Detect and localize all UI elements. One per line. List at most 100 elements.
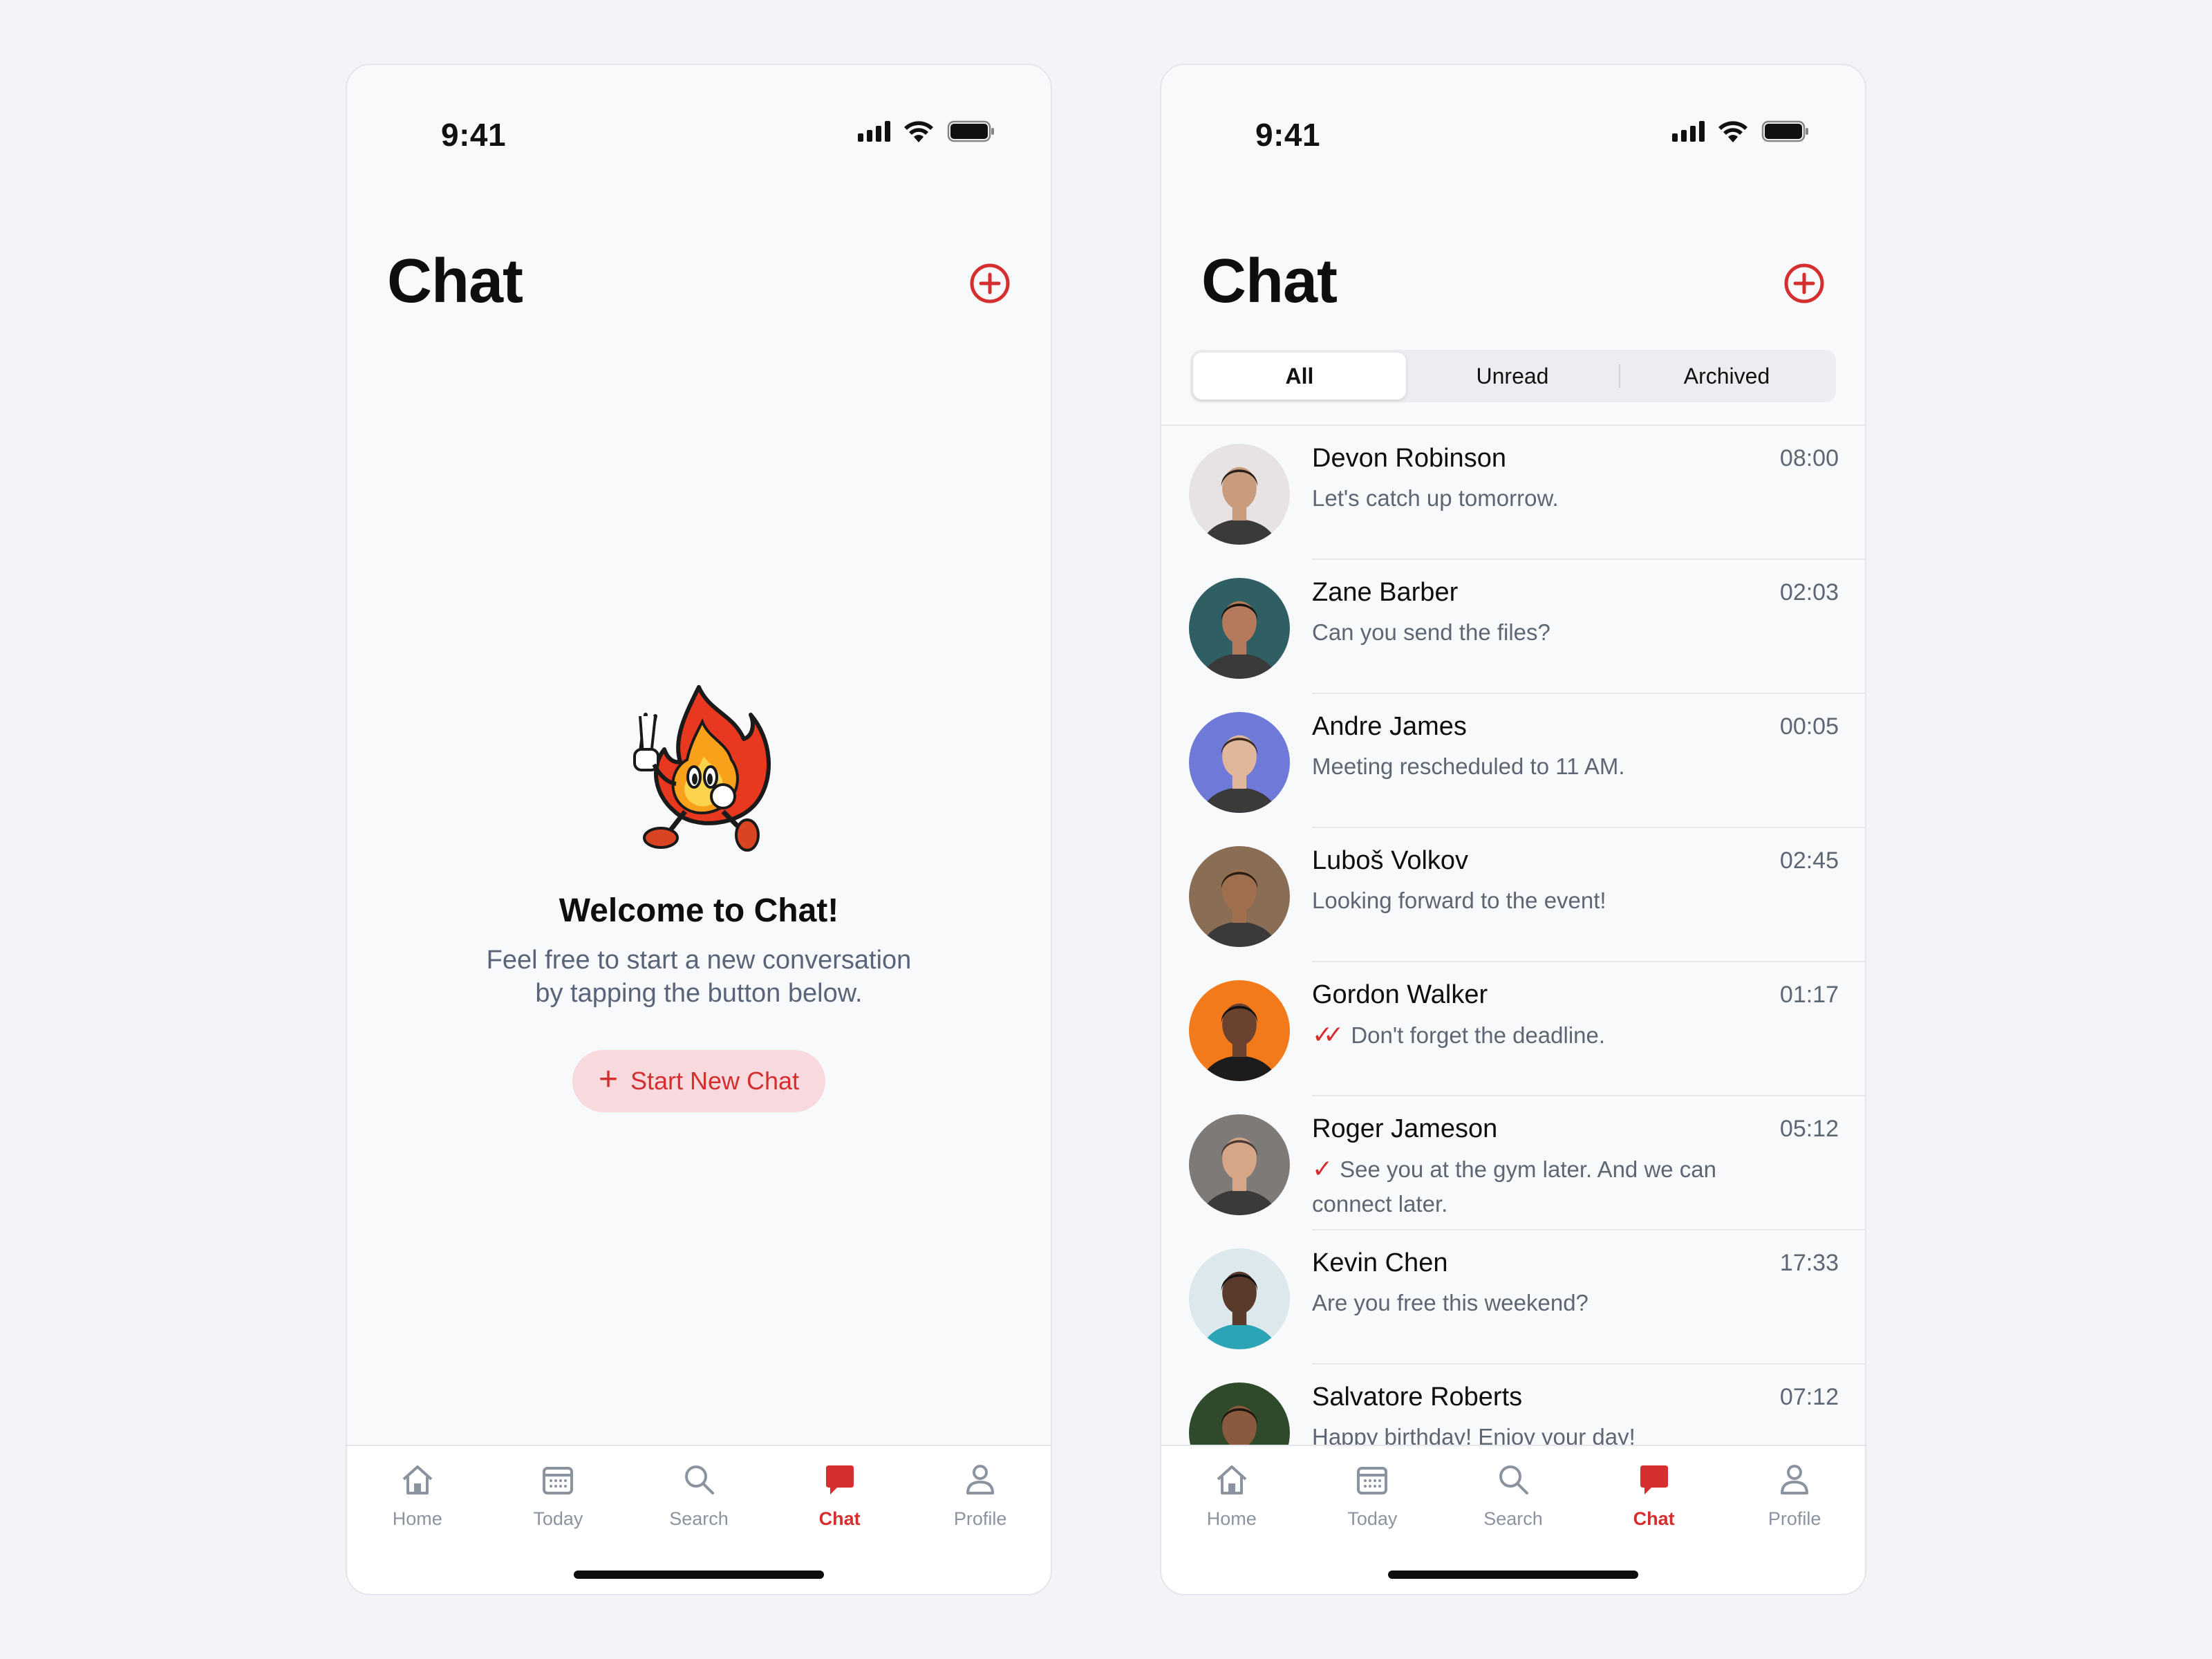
message-preview: Can you send the files? xyxy=(1312,615,1768,650)
avatar xyxy=(1189,1114,1290,1215)
message-time: 08:00 xyxy=(1779,445,1839,471)
new-chat-plus-icon[interactable] xyxy=(968,261,1012,306)
tab-home[interactable]: Home xyxy=(347,1446,488,1536)
empty-chat-screen: 9:41 Chat Welcome to Chat! Feel free to … xyxy=(346,64,1052,1595)
tab-label: Today xyxy=(533,1508,583,1529)
tab-search[interactable]: Search xyxy=(1443,1446,1584,1536)
empty-state: Welcome to Chat! Feel free to start a ne… xyxy=(347,673,1051,1112)
message-preview: Looking forward to the event! xyxy=(1312,883,1768,918)
home-icon xyxy=(1217,1465,1247,1494)
fire-mascot-illustration xyxy=(633,685,771,852)
contact-name: Salvatore Roberts xyxy=(1312,1382,1523,1412)
message-preview: Let's catch up tomorrow. xyxy=(1312,481,1768,516)
tab-home[interactable]: Home xyxy=(1161,1446,1302,1536)
chat-list-item[interactable]: Roger Jameson 05:12 ✓ See you at the gym la… xyxy=(1161,1096,1865,1230)
tab-bar: Home Today Search Chat Profile xyxy=(347,1445,1051,1594)
message-time: 17:33 xyxy=(1779,1250,1839,1276)
chat-list: Devon Robinson 08:00 Let's catch up tomorr… xyxy=(1161,426,1865,1499)
chat-bubble-icon xyxy=(825,1465,854,1494)
wifi-icon xyxy=(1718,121,1747,142)
tab-label: Today xyxy=(1347,1508,1398,1529)
page-title: Chat xyxy=(1201,247,1338,316)
message-text: Are you free this weekend? xyxy=(1312,1290,1588,1315)
avatar xyxy=(1189,712,1290,813)
empty-state-line-2: by tapping the button below. xyxy=(535,979,863,1008)
chat-list-item[interactable]: Zane Barber 02:03 Can you send the files? xyxy=(1161,560,1865,694)
message-time: 05:12 xyxy=(1779,1116,1839,1142)
filter-archived[interactable]: Archived xyxy=(1620,353,1833,400)
status-time: 9:41 xyxy=(1255,117,1321,153)
message-text: Looking forward to the event! xyxy=(1312,888,1606,913)
status-time: 9:41 xyxy=(441,117,507,153)
chat-list-item[interactable]: Devon Robinson 08:00 Let's catch up tomorr… xyxy=(1161,426,1865,560)
contact-name: Roger Jameson xyxy=(1312,1114,1498,1143)
profile-icon xyxy=(966,1465,995,1494)
tab-label: Search xyxy=(1483,1508,1543,1529)
message-text: See you at the gym later. And we can con… xyxy=(1312,1156,1717,1217)
message-text: Meeting rescheduled to 11 AM. xyxy=(1312,753,1625,779)
contact-name: Gordon Walker xyxy=(1312,980,1488,1009)
filter-unread[interactable]: Unread xyxy=(1406,353,1619,400)
chat-list-item[interactable]: Gordon Walker 01:17 ✓✓ Don't forget the dea… xyxy=(1161,962,1865,1096)
avatar xyxy=(1189,1248,1290,1349)
tab-label: Search xyxy=(669,1508,729,1529)
profile-icon xyxy=(1781,1465,1809,1494)
calendar-icon xyxy=(543,1467,574,1494)
tab-label: Home xyxy=(392,1508,442,1529)
tab-label: Profile xyxy=(1768,1508,1821,1529)
home-icon xyxy=(402,1465,433,1494)
chat-list-item[interactable]: Luboš Volkov 02:45 Looking forward to the … xyxy=(1161,828,1865,962)
tab-label: Chat xyxy=(1633,1508,1675,1529)
tab-label: Chat xyxy=(818,1508,861,1529)
wifi-icon xyxy=(904,121,933,142)
avatar xyxy=(1189,846,1290,947)
message-preview: Meeting rescheduled to 11 AM. xyxy=(1312,749,1768,784)
message-time: 01:17 xyxy=(1779,982,1839,1008)
message-time: 07:12 xyxy=(1779,1384,1839,1410)
message-text: Can you send the files? xyxy=(1312,619,1550,645)
message-preview: Are you free this weekend? xyxy=(1312,1286,1768,1320)
search-icon xyxy=(1499,1465,1528,1494)
avatar xyxy=(1189,444,1290,545)
start-new-chat-label: Start New Chat xyxy=(630,1067,800,1095)
tab-profile[interactable]: Profile xyxy=(1724,1446,1865,1536)
contact-name: Devon Robinson xyxy=(1312,444,1506,473)
chat-filter-segmented-control: All Unread Archived xyxy=(1190,350,1836,402)
contact-name: Kevin Chen xyxy=(1312,1248,1448,1277)
plus-icon: + xyxy=(598,1061,618,1098)
filter-all[interactable]: All xyxy=(1193,353,1406,400)
contact-name: Luboš Volkov xyxy=(1312,846,1469,875)
tab-today[interactable]: Today xyxy=(488,1446,629,1536)
status-bar: 9:41 xyxy=(1161,65,1865,169)
tab-search[interactable]: Search xyxy=(628,1446,769,1536)
empty-state-line-1: Feel free to start a new conversation xyxy=(486,946,912,975)
tab-label: Profile xyxy=(953,1508,1007,1529)
check-icon: ✓ xyxy=(1312,1154,1333,1183)
chat-list-item[interactable]: Andre James 00:05 Meeting rescheduled to 1… xyxy=(1161,694,1865,828)
status-icons xyxy=(858,116,995,147)
new-chat-plus-icon[interactable] xyxy=(1782,261,1826,306)
avatar xyxy=(1189,578,1290,679)
message-time: 02:45 xyxy=(1779,847,1839,874)
status-icons xyxy=(1672,116,1810,147)
home-indicator xyxy=(1388,1571,1638,1579)
signal-icon xyxy=(858,121,890,142)
message-text: Don't forget the deadline. xyxy=(1351,1022,1606,1048)
status-bar: 9:41 xyxy=(347,65,1051,169)
tab-bar: Home Today Search Chat Profile xyxy=(1161,1445,1865,1594)
tab-chat[interactable]: Chat xyxy=(769,1446,910,1536)
contact-name: Zane Barber xyxy=(1312,578,1459,607)
calendar-icon xyxy=(1357,1467,1388,1494)
contact-name: Andre James xyxy=(1312,712,1467,741)
start-new-chat-button[interactable]: + Start New Chat xyxy=(572,1050,826,1112)
tab-today[interactable]: Today xyxy=(1302,1446,1443,1536)
tab-profile[interactable]: Profile xyxy=(910,1446,1051,1536)
message-text: Let's catch up tomorrow. xyxy=(1312,485,1559,511)
message-time: 00:05 xyxy=(1779,713,1839,740)
empty-state-description: Feel free to start a new conversation by… xyxy=(457,944,941,1010)
chat-bubble-icon xyxy=(1640,1465,1668,1494)
double-check-icon: ✓✓ xyxy=(1312,1020,1344,1049)
empty-state-title: Welcome to Chat! xyxy=(559,892,839,929)
chat-list-item[interactable]: Kevin Chen 17:33 Are you free this weekend… xyxy=(1161,1230,1865,1365)
tab-chat[interactable]: Chat xyxy=(1584,1446,1725,1536)
